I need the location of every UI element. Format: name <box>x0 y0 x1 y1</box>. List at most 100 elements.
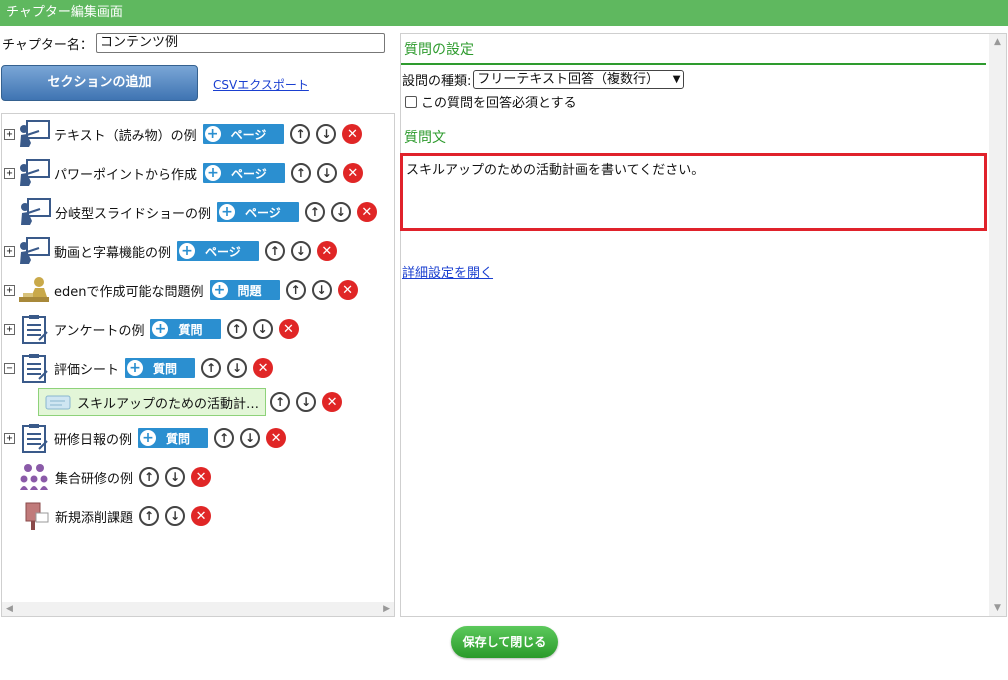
tree-node[interactable]: 新規添削課題 ↑ ↓ ✕ <box>18 502 212 530</box>
node-label[interactable]: テキスト（読み物）の例 <box>54 125 197 144</box>
tree-node[interactable]: + アンケートの例 + 質問 ↑ ↓ ✕ <box>4 315 299 344</box>
node-label[interactable]: アンケートの例 <box>54 320 144 339</box>
required-checkbox[interactable] <box>405 95 417 108</box>
add-page-button[interactable]: + ページ <box>177 241 259 261</box>
delete-icon[interactable]: ✕ <box>191 467 212 487</box>
expand-icon[interactable]: + <box>4 284 15 296</box>
add-question-button[interactable]: + 質問 <box>125 358 196 378</box>
ticket-icon <box>45 395 71 410</box>
move-down-icon[interactable]: ↓ <box>165 506 186 526</box>
tree-child-node[interactable]: スキルアップのための活動計… ↑ ↓ ✕ <box>38 388 343 416</box>
add-button-label: 質問 <box>178 322 203 337</box>
question-settings-panel: 質問の設定 設問の種類: フリーテキスト回答（複数行） ▼ この質問を回答必須と… <box>400 33 1007 617</box>
move-up-icon[interactable]: ↑ <box>290 163 311 183</box>
node-label[interactable]: 研修日報の例 <box>54 429 132 448</box>
node-label[interactable]: 動画と字幕機能の例 <box>54 242 171 261</box>
add-section-button[interactable]: セクションの追加 <box>1 65 198 101</box>
tree-node[interactable]: 集合研修の例 ↑ ↓ ✕ <box>18 463 212 491</box>
move-down-icon[interactable]: ↓ <box>296 392 317 412</box>
move-up-icon[interactable]: ↑ <box>290 124 311 144</box>
question-type-select[interactable]: フリーテキスト回答（複数行） ▼ <box>473 70 685 89</box>
required-row[interactable]: この質問を回答必須とする <box>405 92 577 111</box>
add-button-label: 質問 <box>153 361 178 376</box>
move-down-icon[interactable]: ↓ <box>316 163 337 183</box>
move-up-icon[interactable]: ↑ <box>304 202 325 222</box>
question-type-row: 設問の種類: フリーテキスト回答（複数行） ▼ <box>402 70 685 89</box>
question-text-input[interactable]: スキルアップのための活動計画を書いてください。 <box>400 153 987 231</box>
csv-export-link[interactable]: CSVエクスポート <box>213 76 309 93</box>
scroll-left-icon[interactable]: ◀ <box>6 604 13 614</box>
chapter-name-input[interactable]: コンテンツ例 <box>96 33 385 53</box>
scroll-right-icon[interactable]: ▶ <box>383 604 390 614</box>
add-page-button[interactable]: + ページ <box>217 202 299 222</box>
move-down-icon[interactable]: ↓ <box>252 319 273 339</box>
chevron-down-icon: ▼ <box>672 74 681 85</box>
delete-icon[interactable]: ✕ <box>253 358 274 378</box>
horizontal-scrollbar[interactable]: ◀ ▶ <box>2 602 394 616</box>
move-down-icon[interactable]: ↓ <box>311 280 332 300</box>
tree-node[interactable]: + パワーポイントから作成 + ページ ↑ ↓ ✕ <box>4 159 363 187</box>
delete-icon[interactable]: ✕ <box>278 319 299 339</box>
add-page-button[interactable]: + ページ <box>203 163 285 183</box>
advanced-settings-link[interactable]: 詳細設定を開く <box>402 262 493 281</box>
delete-icon[interactable]: ✕ <box>337 280 358 300</box>
move-down-icon[interactable]: ↓ <box>290 241 311 261</box>
move-up-icon[interactable]: ↑ <box>285 280 306 300</box>
delete-icon[interactable]: ✕ <box>356 202 377 222</box>
selected-question-node[interactable]: スキルアップのための活動計… <box>38 388 267 416</box>
node-label[interactable]: 新規添削課題 <box>55 507 133 526</box>
save-close-button[interactable]: 保存して閉じる <box>451 626 558 658</box>
question-type-label: 設問の種類: <box>402 74 472 89</box>
delete-icon[interactable]: ✕ <box>191 506 212 526</box>
add-question-button[interactable]: + 問題 <box>209 280 280 300</box>
move-up-icon[interactable]: ↑ <box>139 506 160 526</box>
scroll-up-icon[interactable]: ▲ <box>994 37 1001 47</box>
expand-icon[interactable]: + <box>4 323 15 335</box>
chapter-name-label: チャプター名： <box>2 37 93 53</box>
delete-icon[interactable]: ✕ <box>322 392 343 412</box>
move-up-icon[interactable]: ↑ <box>139 467 160 487</box>
add-question-button[interactable]: + 質問 <box>138 428 209 448</box>
add-question-button[interactable]: + 質問 <box>150 319 221 339</box>
node-label[interactable]: 分岐型スライドショーの例 <box>55 203 211 222</box>
delete-icon[interactable]: ✕ <box>342 124 363 144</box>
vertical-scrollbar[interactable]: ▲ ▼ <box>989 34 1006 616</box>
tree-node[interactable]: + テキスト（読み物）の例 + ページ ↑ ↓ ✕ <box>4 120 363 148</box>
node-label[interactable]: 評価シート <box>54 359 119 378</box>
node-label[interactable]: パワーポイントから作成 <box>54 164 197 183</box>
tree-node[interactable]: − 評価シート + 質問 ↑ ↓ ✕ <box>4 354 274 383</box>
collapse-icon[interactable]: − <box>4 362 15 374</box>
delete-icon[interactable]: ✕ <box>316 241 337 261</box>
node-label[interactable]: 集合研修の例 <box>55 468 133 487</box>
add-page-button[interactable]: + ページ <box>202 124 285 144</box>
move-up-icon[interactable]: ↑ <box>226 319 247 339</box>
tree-node[interactable]: + 動画と字幕機能の例 + ページ ↑ ↓ ✕ <box>4 237 337 265</box>
presentation-icon <box>21 198 51 225</box>
tree-node[interactable]: + 研修日報の例 + 質問 ↑ ↓ ✕ <box>4 424 287 453</box>
required-label: この質問を回答必須とする <box>421 96 577 111</box>
move-down-icon[interactable]: ↓ <box>240 428 261 448</box>
add-button-label: ページ <box>245 205 281 220</box>
child-node-label: スキルアップのための活動計… <box>77 396 260 412</box>
move-down-icon[interactable]: ↓ <box>316 124 337 144</box>
delete-icon[interactable]: ✕ <box>342 163 363 183</box>
move-up-icon[interactable]: ↑ <box>264 241 285 261</box>
expand-icon[interactable]: + <box>4 432 15 444</box>
tree-panel: + テキスト（読み物）の例 + ページ ↑ ↓ ✕ + パワーポイントから作成 +… <box>1 113 395 617</box>
move-down-icon[interactable]: ↓ <box>165 467 186 487</box>
move-up-icon[interactable]: ↑ <box>201 358 222 378</box>
presentation-icon <box>20 120 50 147</box>
expand-icon[interactable]: + <box>4 167 15 179</box>
expand-icon[interactable]: + <box>4 245 15 257</box>
move-up-icon[interactable]: ↑ <box>270 392 291 412</box>
tree-node[interactable]: 分岐型スライドショーの例 + ページ ↑ ↓ ✕ <box>18 198 377 226</box>
tree-node[interactable]: + edenで作成可能な問題例 + 問題 ↑ ↓ ✕ <box>4 276 358 304</box>
expand-icon[interactable]: + <box>4 128 15 140</box>
move-down-icon[interactable]: ↓ <box>330 202 351 222</box>
scroll-down-icon[interactable]: ▼ <box>994 603 1001 613</box>
move-down-icon[interactable]: ↓ <box>227 358 248 378</box>
delete-icon[interactable]: ✕ <box>266 428 287 448</box>
node-label[interactable]: edenで作成可能な問題例 <box>54 281 204 300</box>
move-up-icon[interactable]: ↑ <box>214 428 235 448</box>
section-title: 質問の設定 <box>404 42 474 58</box>
